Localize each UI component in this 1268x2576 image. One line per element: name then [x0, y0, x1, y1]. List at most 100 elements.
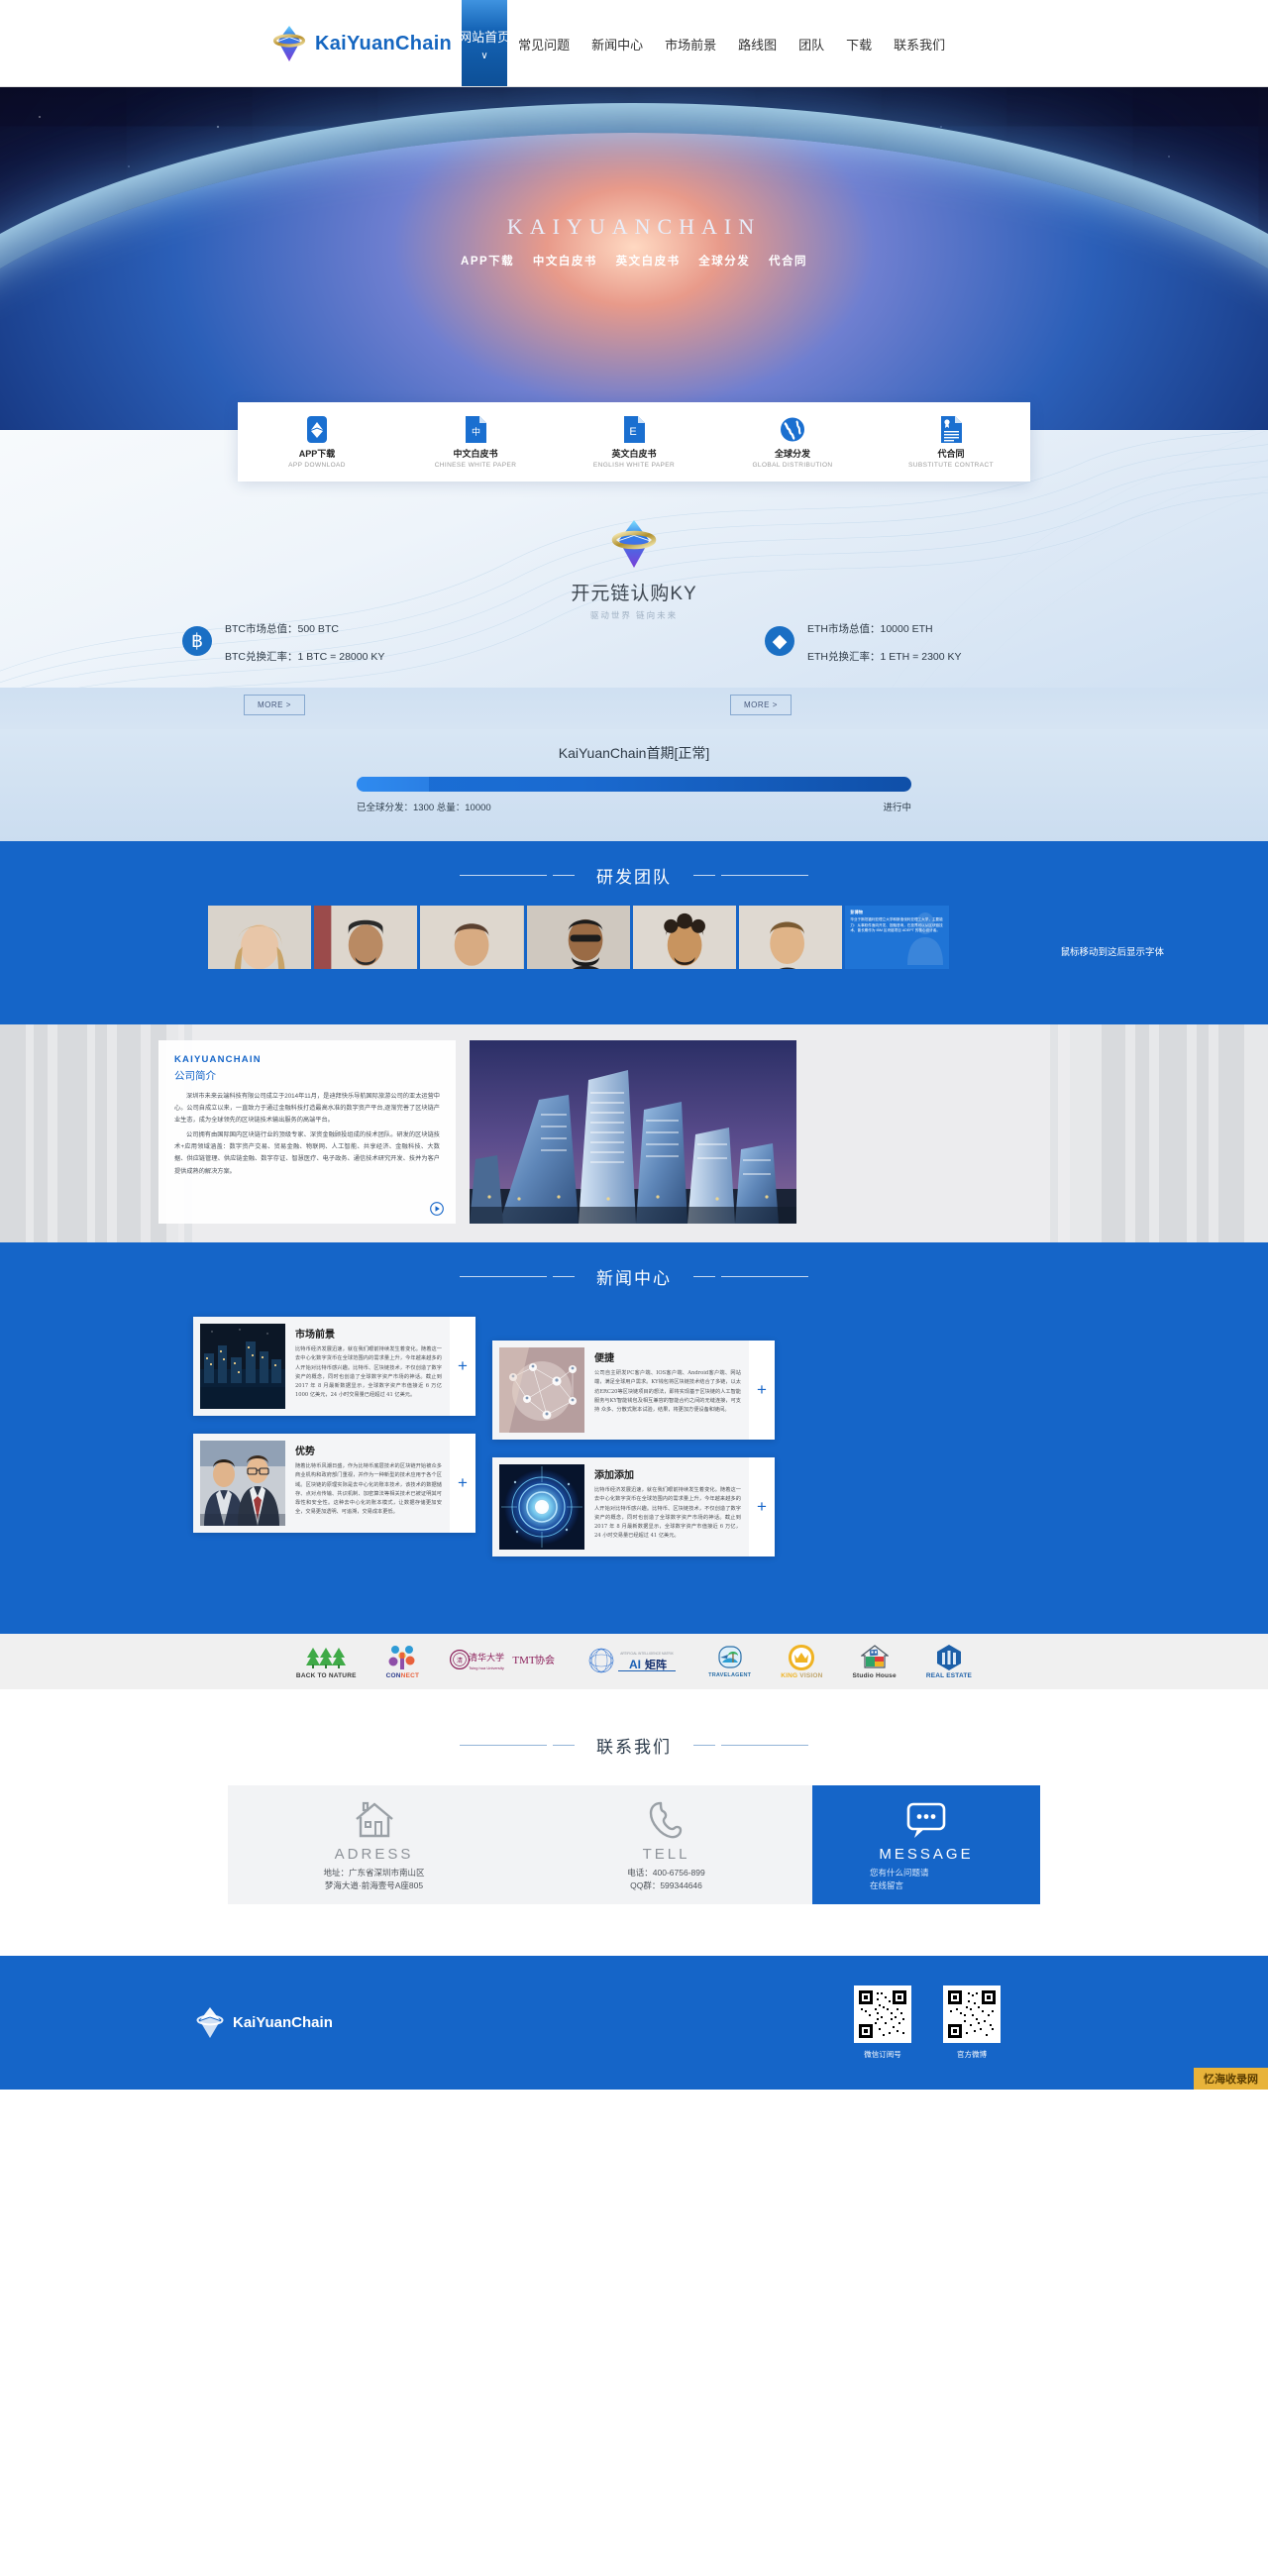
- nav-item-team[interactable]: 团队: [788, 0, 835, 87]
- molecule-icon: [386, 1645, 420, 1670]
- news-card-body: 添加添加 比特币经济发展迅速，就在我们眼前持续发生着变化。随着这一去中心化数字货…: [584, 1457, 749, 1556]
- feature-chinese-whitepaper[interactable]: 中 中文白皮书 CHINESE WHITE PAPER: [396, 416, 555, 469]
- site-footer: KaiYuanChain 微信订阅号 官方微博 忆海收录网: [0, 1956, 1268, 2090]
- qr-code-image: [943, 1986, 1001, 2043]
- news-card[interactable]: 市场前景 比特币经济发展迅速，就在我们眼前持续发生着变化。随着这一去中心化数字货…: [193, 1317, 476, 1416]
- team-member[interactable]: [420, 906, 524, 969]
- partner-studio-house[interactable]: Studio House: [853, 1645, 897, 1679]
- hero-link-cn-wp[interactable]: 中文白皮书: [533, 256, 597, 268]
- ky-logo-icon: [605, 515, 663, 573]
- crown-icon: [781, 1644, 822, 1670]
- hero-links: APP下载 中文白皮书 英文白皮书 全球分发 代合同: [0, 253, 1268, 268]
- news-expand-button[interactable]: +: [450, 1434, 476, 1533]
- news-thumbnail: [200, 1324, 285, 1409]
- contact-address-title: ADRESS: [334, 1845, 414, 1863]
- progress-meta: 已全球分发：1300 总量：10000 进行中: [357, 800, 911, 813]
- contact-tel-line: QQ群：599344646: [630, 1880, 702, 1890]
- divider-line: [553, 1745, 575, 1746]
- kaiyuanchain-footer-icon: [196, 2006, 224, 2038]
- footer-qr-codes: 微信订阅号 官方微博: [854, 1986, 1001, 2060]
- feature-label-en: CHINESE WHITE PAPER: [434, 461, 517, 469]
- contact-message-block[interactable]: MESSAGE 您有什么问题请 在线留言: [812, 1785, 1040, 1904]
- news-expand-button[interactable]: +: [749, 1341, 775, 1440]
- divider-line: [693, 1276, 715, 1277]
- play-icon[interactable]: [430, 1202, 444, 1216]
- chinese-whitepaper-icon: 中: [396, 416, 555, 444]
- feature-label-cn: 代合同: [937, 448, 965, 459]
- partner-tsinghua-tmt[interactable]: 清 清华大学 Tsing hua University TMT 协会: [449, 1648, 556, 1675]
- news-card[interactable]: 便捷 公司自主研发PC客户端、IOS客户端、Android客户端、网站端，满足全…: [492, 1341, 775, 1440]
- feature-label-en: ENGLISH WHITE PAPER: [592, 461, 676, 469]
- team-member-bio[interactable]: 彭博物 毕业于斯坦福利亚理立大学和斯洛伐利亚理工大学，主要能力：从事软件面向开发…: [845, 906, 949, 969]
- nav-label: 常见问题: [518, 37, 571, 53]
- news-card-text: 公司自主研发PC客户端、IOS客户端、Android客户端、网站端，满足全球用户…: [594, 1370, 741, 1413]
- ai-matrix-icon: ARTIFICIAL INTELLIGENCE MATRIX AI 矩阵: [585, 1648, 679, 1673]
- svg-text:协会: 协会: [535, 1654, 555, 1666]
- footer-brand: KaiYuanChain: [233, 2014, 333, 2031]
- feature-label-cn: 全球分发: [774, 448, 810, 459]
- globe-icon: [713, 416, 872, 444]
- feature-app-download[interactable]: APP下载 APP DOWNLOAD: [238, 416, 396, 469]
- team-member[interactable]: [314, 906, 418, 969]
- news-card[interactable]: 优势 随着比特币风潮日盛，作为比特币底层技术的区块链开始被众多商业机构和政府部门…: [193, 1434, 476, 1533]
- divider-line: [693, 1745, 715, 1746]
- team-member[interactable]: [739, 906, 843, 969]
- eth-more-button[interactable]: MORE >: [730, 695, 792, 715]
- about-en-title: KAIYUANCHAIN: [174, 1054, 262, 1065]
- team-strip: 彭博物 毕业于斯坦福利亚理立大学和斯洛伐利亚理工大学，主要能力：从事软件面向开发…: [104, 906, 1052, 997]
- divider-line: [460, 1745, 547, 1746]
- nav-item-contact[interactable]: 联系我们: [883, 0, 956, 87]
- team-member[interactable]: [526, 906, 630, 969]
- hero-link-contract[interactable]: 代合同: [769, 256, 807, 268]
- feature-english-whitepaper[interactable]: E 英文白皮书 ENGLISH WHITE PAPER: [555, 416, 713, 469]
- about-building-photo: [470, 1040, 796, 1224]
- kaiyuanchain-logo-icon: [269, 22, 309, 65]
- team-section-title: 研发团队: [596, 868, 672, 887]
- partner-real-estate[interactable]: REAL ESTATE: [926, 1644, 972, 1679]
- nav-item-news[interactable]: 新闻中心: [581, 0, 654, 87]
- feature-global-distribution[interactable]: 全球分发 GLOBAL DISTRIBUTION: [713, 416, 872, 469]
- site-logo[interactable]: KaiYuanChain: [269, 22, 452, 65]
- nav-item-market[interactable]: 市场前景: [654, 0, 727, 87]
- progress-bar[interactable]: [357, 777, 911, 792]
- news-card-text: 比特币经济发展迅速，就在我们眼前持续发生着变化。随着这一去中心化数字货币在全球范…: [594, 1487, 741, 1540]
- nav-item-home[interactable]: 网站首页 ∨: [459, 0, 510, 87]
- english-whitepaper-icon: E: [555, 416, 713, 444]
- btc-more-button[interactable]: MORE >: [244, 695, 305, 715]
- nav-item-faq[interactable]: 常见问题: [507, 0, 581, 87]
- contact-address-line: 地址：广东省深圳市南山区: [323, 1867, 425, 1878]
- news-expand-button[interactable]: +: [749, 1457, 775, 1556]
- contact-section-header: 联系我们: [0, 1711, 1268, 1775]
- btc-symbol: ฿: [190, 630, 204, 652]
- contact-message-title: MESSAGE: [879, 1845, 974, 1863]
- team-section: 研发团队 彭博物 毕业于斯坦福利亚理立大学和斯洛伐利亚理工大学，主要能力：从事软…: [0, 841, 1268, 1024]
- hero-link-app[interactable]: APP下载: [461, 256, 514, 268]
- partner-travelagent[interactable]: TRAVELAGENT: [708, 1645, 751, 1678]
- partner-connect[interactable]: CONNECT: [386, 1645, 420, 1679]
- feature-substitute-contract[interactable]: 代合同 SUBSTITUTE CONTRACT: [872, 416, 1030, 469]
- contract-icon: [872, 416, 1030, 444]
- news-card[interactable]: 添加添加 比特币经济发展迅速，就在我们眼前持续发生着变化。随着这一去中心化数字货…: [492, 1457, 775, 1556]
- partner-name: CONNECT: [385, 1671, 420, 1679]
- divider-line: [721, 875, 808, 876]
- news-card-body: 优势 随着比特币风潮日盛，作为比特币底层技术的区块链开始被众多商业机构和政府部门…: [285, 1434, 450, 1533]
- partner-king-vision[interactable]: KING VISION: [781, 1644, 822, 1679]
- svg-text:矩阵: 矩阵: [645, 1658, 667, 1671]
- svg-text:清华大学: 清华大学: [469, 1652, 504, 1664]
- news-card-title: 优势: [295, 1447, 315, 1457]
- team-member[interactable]: [632, 906, 737, 969]
- partner-back-to-nature[interactable]: BACK TO NATURE: [296, 1645, 357, 1679]
- nav-label: 路线图: [738, 37, 778, 53]
- about-section: KAIYUANCHAIN 公司简介 深圳市未来云端科技有限公司成立于2014年1…: [0, 1024, 1268, 1242]
- nav-item-download[interactable]: 下载: [835, 0, 883, 87]
- footer-logo[interactable]: KaiYuanChain: [193, 2004, 333, 2042]
- divider-line: [693, 875, 715, 876]
- news-expand-button[interactable]: +: [450, 1317, 476, 1416]
- nav-item-roadmap[interactable]: 路线图: [727, 0, 788, 87]
- team-member[interactable]: [208, 906, 312, 969]
- feature-label-cn: APP下载: [298, 448, 336, 459]
- hero-link-en-wp[interactable]: 英文白皮书: [616, 256, 681, 268]
- news-card-body: 便捷 公司自主研发PC客户端、IOS客户端、Android客户端、网站端，满足全…: [584, 1341, 749, 1440]
- partner-ai-matrix[interactable]: ARTIFICIAL INTELLIGENCE MATRIX AI 矩阵: [585, 1648, 679, 1675]
- hero-link-global[interactable]: 全球分发: [698, 256, 750, 268]
